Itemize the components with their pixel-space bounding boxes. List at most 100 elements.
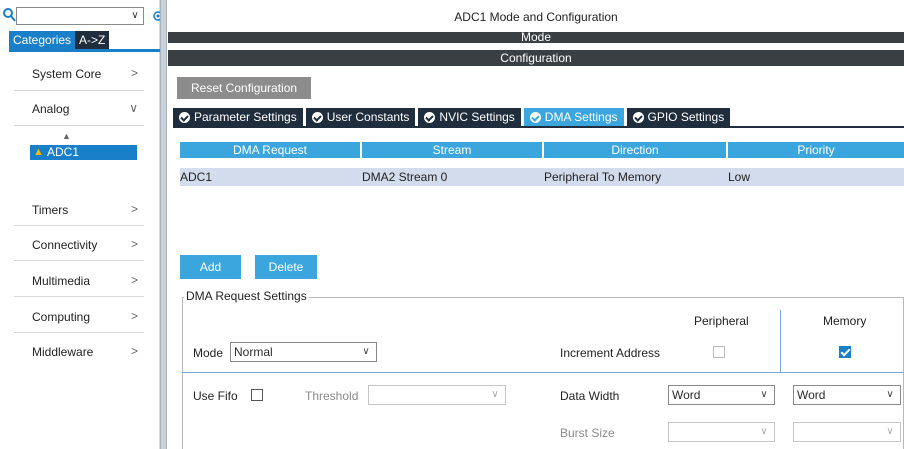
burst-size-label: Burst Size: [560, 426, 615, 440]
view-tabs: Categories A->Z: [9, 31, 110, 49]
peripheral-increment-checkbox[interactable]: [713, 346, 725, 358]
tab-label: NVIC Settings: [439, 110, 515, 124]
cell-dma-request: ADC1: [180, 170, 213, 184]
chevron-down-icon: ∨: [491, 389, 499, 400]
category-computing[interactable]: Computing >: [14, 307, 144, 327]
check-circle-icon: [179, 111, 190, 123]
peripheral-burst-size-select[interactable]: ∨: [668, 422, 775, 442]
use-fifo-checkbox[interactable]: [251, 389, 263, 401]
column-header-priority[interactable]: Priority: [728, 142, 904, 158]
mode-bar[interactable]: Mode: [168, 32, 904, 43]
increment-address-label: Increment Address: [560, 346, 661, 360]
column-header-dma-request[interactable]: DMA Request: [180, 142, 360, 158]
cell-priority: Low: [728, 170, 751, 184]
column-header-direction[interactable]: Direction: [544, 142, 726, 158]
column-label-peripheral: Peripheral: [694, 314, 749, 328]
chevron-down-icon: ∨: [129, 101, 138, 115]
category-label: Timers: [32, 203, 69, 217]
divider: [14, 296, 144, 297]
config-tabs: Parameter Settings User Constants NVIC S…: [173, 108, 733, 126]
tab-label: DMA Settings: [544, 110, 618, 124]
chevron-right-icon: >: [130, 66, 138, 80]
tab-underline: [9, 49, 160, 52]
category-multimedia[interactable]: Multimedia >: [14, 271, 144, 291]
category-analog[interactable]: Analog ∨: [14, 99, 144, 119]
check-circle-icon: [632, 111, 644, 123]
category-label: Multimedia: [32, 274, 91, 288]
row-divider: [182, 372, 904, 373]
cell-stream: DMA2 Stream 0: [362, 170, 448, 184]
page-title: ADC1 Mode and Configuration: [454, 10, 618, 24]
chevron-right-icon: >: [130, 237, 138, 251]
search-input[interactable]: ∨: [16, 7, 144, 25]
tab-nvic-settings[interactable]: NVIC Settings: [418, 108, 521, 126]
category-label: Middleware: [32, 345, 94, 359]
divider: [14, 260, 144, 261]
chevron-down-icon: ∨: [362, 346, 370, 357]
gear-icon[interactable]: [148, 8, 160, 24]
divider: [14, 332, 144, 333]
mode-select[interactable]: Normal ∨: [230, 342, 377, 362]
peripheral-data-width-select[interactable]: Word ∨: [668, 385, 775, 405]
column-divider: [780, 310, 781, 372]
chevron-down-icon[interactable]: ∨: [129, 9, 141, 23]
search-row: ∨: [0, 6, 160, 26]
threshold-label: Threshold: [305, 389, 359, 403]
divider: [14, 225, 144, 226]
mode-label: Mode: [193, 346, 224, 360]
tab-label: Parameter Settings: [194, 110, 297, 124]
reset-configuration-button[interactable]: Reset Configuration: [177, 77, 311, 99]
add-button[interactable]: Add: [180, 255, 241, 279]
tab-categories[interactable]: Categories: [9, 31, 76, 49]
category-system-core[interactable]: System Core >: [14, 64, 144, 84]
category-label: Analog: [32, 102, 70, 116]
tab-a-to-z[interactable]: A->Z: [75, 31, 110, 49]
memory-burst-size-select[interactable]: ∨: [793, 422, 901, 442]
check-circle-icon: [529, 111, 541, 123]
tab-parameter-settings[interactable]: Parameter Settings: [173, 108, 303, 126]
threshold-select[interactable]: ∨: [368, 385, 506, 405]
category-label: Connectivity: [32, 238, 98, 252]
use-fifo-label: Use Fifo: [193, 389, 238, 403]
mode-value: Normal: [234, 345, 273, 359]
tab-user-constants[interactable]: User Constants: [305, 108, 416, 126]
data-width-label: Data Width: [560, 389, 620, 403]
chevron-right-icon: >: [130, 202, 138, 216]
table-header: DMA Request Stream Direction Priority: [180, 142, 904, 158]
table-row[interactable]: ADC1 DMA2 Stream 0 Peripheral To Memory …: [180, 168, 904, 186]
search-icon[interactable]: [2, 7, 16, 23]
chevron-down-icon: ∨: [886, 389, 894, 400]
divider: [14, 125, 144, 126]
analog-item-label: ADC1: [47, 145, 80, 159]
chevron-down-icon: ∨: [886, 426, 894, 437]
group-title: DMA Request Settings: [184, 289, 309, 303]
cell-direction: Peripheral To Memory: [544, 170, 662, 184]
analog-item-adc1[interactable]: ▲ ADC1: [30, 145, 137, 160]
tab-label: GPIO Settings: [647, 110, 725, 124]
category-connectivity[interactable]: Connectivity >: [14, 235, 144, 255]
column-header-stream[interactable]: Stream: [362, 142, 542, 158]
memory-data-width-select[interactable]: Word ∨: [793, 385, 901, 405]
column-label-memory: Memory: [823, 314, 867, 328]
memory-increment-checkbox[interactable]: [839, 346, 851, 358]
category-label: Computing: [32, 310, 91, 324]
memory-data-width-value: Word: [797, 388, 826, 402]
category-middleware[interactable]: Middleware >: [14, 342, 144, 362]
tab-label: User Constants: [326, 110, 410, 124]
tabs-underline: [173, 126, 904, 128]
chevron-right-icon: >: [130, 309, 138, 323]
divider: [14, 90, 144, 91]
check-circle-icon: [311, 111, 323, 123]
peripheral-data-width-value: Word: [672, 388, 701, 402]
configuration-bar[interactable]: Configuration: [168, 50, 904, 66]
configuration-panel: ADC1 Mode and Configuration Mode Configu…: [168, 0, 904, 449]
delete-button[interactable]: Delete: [255, 255, 317, 279]
check-circle-icon: [424, 111, 436, 123]
panel-splitter[interactable]: [160, 0, 167, 449]
tab-gpio-settings[interactable]: GPIO Settings: [626, 108, 731, 126]
chevron-down-icon: ∨: [760, 389, 768, 400]
category-timers[interactable]: Timers >: [14, 200, 144, 220]
categories-panel: ∨ Categories A->Z System Core > Analog ∨…: [0, 0, 160, 449]
tab-dma-settings[interactable]: DMA Settings: [523, 108, 624, 126]
warning-icon: ▲: [33, 146, 44, 158]
